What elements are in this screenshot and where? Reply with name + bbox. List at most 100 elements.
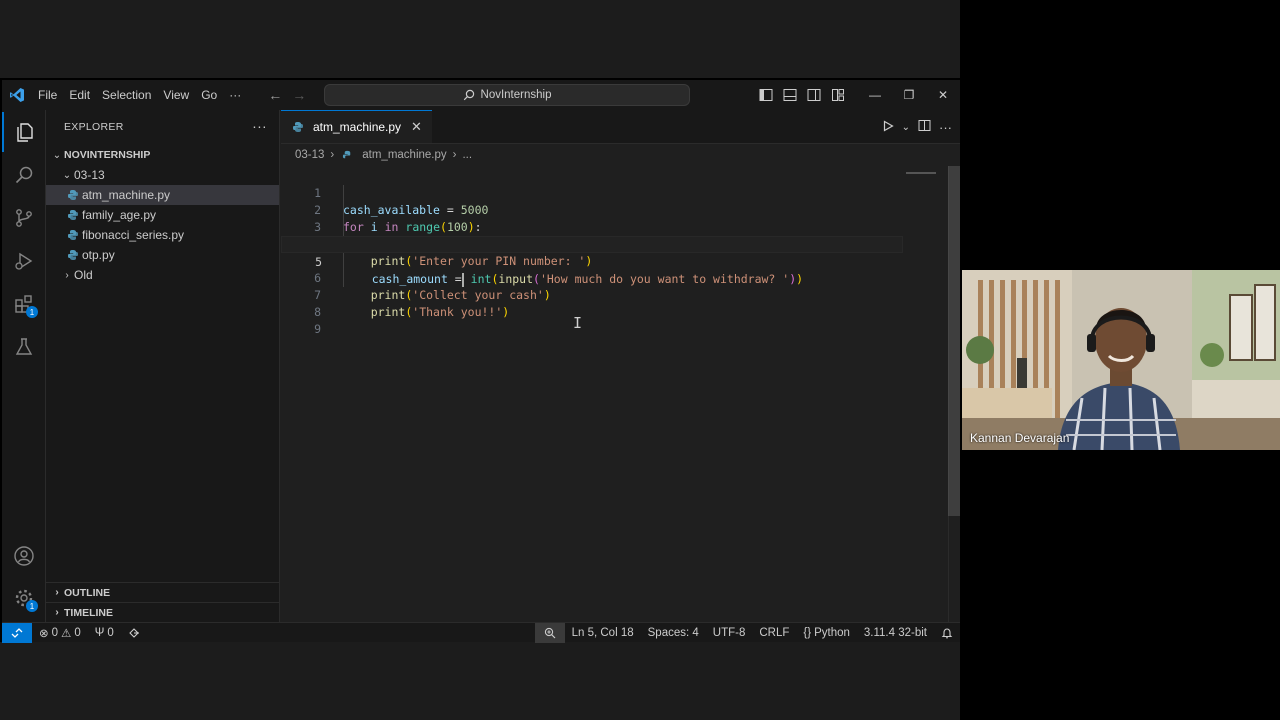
chevron-right-icon: › <box>452 149 457 161</box>
file-fibonacci-series[interactable]: fibonacci_series.py <box>46 225 279 245</box>
live-share-icon[interactable] <box>121 627 147 639</box>
indentation[interactable]: Spaces: 4 <box>641 627 706 639</box>
extensions-icon[interactable]: 1 <box>2 284 46 324</box>
code-editor[interactable]: 1 cash_available = 5000 2 for i in range… <box>281 166 960 622</box>
toggle-panel-icon[interactable] <box>778 80 802 110</box>
folder-old[interactable]: › Old <box>46 265 279 285</box>
split-editor-icon[interactable] <box>918 119 931 135</box>
search-icon[interactable] <box>2 155 46 195</box>
code-line: 7 print('Thank you!!') <box>281 270 921 319</box>
explorer-header: EXPLORER ··· <box>46 110 279 144</box>
explorer-more-button[interactable]: ··· <box>252 118 267 134</box>
mouse-ibeam-cursor-icon: I <box>573 314 583 332</box>
breadcrumb-folder[interactable]: 03-13 <box>295 149 324 161</box>
toggle-primary-sidebar-icon[interactable] <box>754 80 778 110</box>
chevron-down-icon: ⌄ <box>62 169 72 181</box>
folder-03-13[interactable]: ⌄ 03-13 <box>46 165 279 185</box>
vscode-logo-icon <box>2 80 32 110</box>
python-interpreter[interactable]: 3.11.4 32-bit <box>857 627 934 639</box>
activity-bar: 1 1 <box>2 110 46 622</box>
file-label: fibonacci_series.py <box>82 228 185 242</box>
remote-indicator-icon[interactable] <box>2 622 32 643</box>
timeline-section[interactable]: › TIMELINE <box>46 602 280 622</box>
code-line: 6 print('Collect your cash') <box>281 253 921 302</box>
outline-section[interactable]: › OUTLINE <box>46 582 280 602</box>
breadcrumb-file[interactable]: atm_machine.py <box>362 149 446 161</box>
presenter-name-label: Kannan Devarajan <box>970 431 1070 445</box>
ports-indicator[interactable]: Ψ 0 <box>88 627 121 639</box>
python-file-icon <box>291 120 305 134</box>
python-file-icon <box>66 228 80 242</box>
menu-more-button[interactable]: ··· <box>223 80 247 110</box>
ports-icon: Ψ <box>94 626 105 639</box>
file-label: otp.py <box>82 248 115 262</box>
timeline-label: TIMELINE <box>64 606 113 619</box>
explorer-files-icon[interactable] <box>2 112 46 152</box>
cursor-position[interactable]: Ln 5, Col 18 <box>565 627 641 639</box>
zoom-icon[interactable] <box>534 622 565 643</box>
chevron-right-icon: › <box>65 269 69 281</box>
close-window-icon[interactable]: ✕ <box>926 80 960 110</box>
warning-count: 0 <box>74 626 81 639</box>
vscode-window: File Edit Selection View Go ··· ← → NovI… <box>2 80 960 643</box>
warning-icon: ⚠ <box>61 627 72 640</box>
python-file-icon <box>66 248 80 262</box>
extensions-badge: 1 <box>26 306 38 318</box>
close-tab-icon[interactable]: ✕ <box>411 119 422 135</box>
encoding[interactable]: UTF-8 <box>706 627 753 639</box>
workspace-root-label: NOVINTERNSHIP <box>64 149 151 161</box>
file-atm-machine[interactable]: atm_machine.py <box>46 185 279 205</box>
customize-layout-icon[interactable] <box>826 80 850 110</box>
chevron-right-icon: › <box>55 587 59 598</box>
file-otp[interactable]: otp.py <box>46 245 279 265</box>
file-family-age[interactable]: family_age.py <box>46 205 279 225</box>
toggle-secondary-sidebar-icon[interactable] <box>802 80 826 110</box>
explorer-title: EXPLORER <box>64 121 124 133</box>
python-file-icon <box>66 208 80 222</box>
language-mode[interactable]: {} Python <box>796 627 857 639</box>
scrollbar-thumb[interactable] <box>948 166 960 516</box>
command-center-label: NovInternship <box>480 89 552 101</box>
menu-go[interactable]: Go <box>195 80 223 110</box>
breadcrumb-symbols[interactable]: ... <box>462 149 472 161</box>
command-center-search[interactable]: NovInternship <box>324 84 690 106</box>
editor-scrollbar[interactable] <box>948 166 960 622</box>
chevron-down-icon: ⌄ <box>52 149 62 161</box>
minimize-icon[interactable]: — <box>858 80 892 110</box>
line-ending[interactable]: CRLF <box>752 627 796 639</box>
source-control-icon[interactable] <box>2 198 46 238</box>
menu-selection[interactable]: Selection <box>96 80 157 110</box>
account-icon[interactable] <box>2 536 46 576</box>
menu-edit[interactable]: Edit <box>63 80 96 110</box>
problems-indicator[interactable]: ⊗ 0 ⚠ 0 <box>32 626 88 640</box>
manage-badge: 1 <box>26 600 38 612</box>
code-line: 4 print('Enter your PIN number: ') <box>281 219 921 268</box>
manage-gear-icon[interactable]: 1 <box>2 578 46 618</box>
chevron-right-icon: › <box>55 607 59 618</box>
menu-file[interactable]: File <box>32 80 63 110</box>
file-label: family_age.py <box>82 208 157 222</box>
explorer-sidebar: EXPLORER ··· ⌄ NOVINTERNSHIP ⌄ 03-13 atm… <box>46 110 280 622</box>
more-actions-button[interactable]: ··· <box>939 120 952 135</box>
tab-atm-machine[interactable]: atm_machine.py ✕ <box>281 110 432 143</box>
status-bar: ⊗ 0 ⚠ 0 Ψ 0 Ln 5, Col 18 Spaces: 4 UTF-8… <box>2 622 960 643</box>
editor-group: atm_machine.py ✕ ⌄ ··· 03-13 › atm_machi… <box>281 110 960 622</box>
error-count: 0 <box>51 626 59 639</box>
status-bar-right: Ln 5, Col 18 Spaces: 4 UTF-8 CRLF {} Pyt… <box>534 622 960 643</box>
current-code-line: 5 cash_amount = int(input('How much do y… <box>281 236 903 287</box>
testing-flask-icon[interactable] <box>2 327 46 367</box>
editor-actions: ⌄ ··· <box>882 110 952 144</box>
run-options-chevron-icon[interactable]: ⌄ <box>902 122 910 133</box>
folder-label: Old <box>74 268 93 282</box>
error-icon: ⊗ <box>39 627 49 640</box>
workspace-root[interactable]: ⌄ NOVINTERNSHIP <box>46 145 279 165</box>
run-file-icon[interactable] <box>882 119 894 135</box>
forward-arrow-icon[interactable]: → <box>287 87 311 103</box>
notifications-bell-icon[interactable] <box>934 627 960 639</box>
restore-icon[interactable]: ❐ <box>892 80 926 110</box>
chevron-right-icon: › <box>330 149 335 161</box>
screen: File Edit Selection View Go ··· ← → NovI… <box>0 0 1280 720</box>
menu-view[interactable]: View <box>157 80 195 110</box>
back-arrow-icon[interactable]: ← <box>263 87 287 103</box>
run-debug-icon[interactable] <box>2 241 46 281</box>
